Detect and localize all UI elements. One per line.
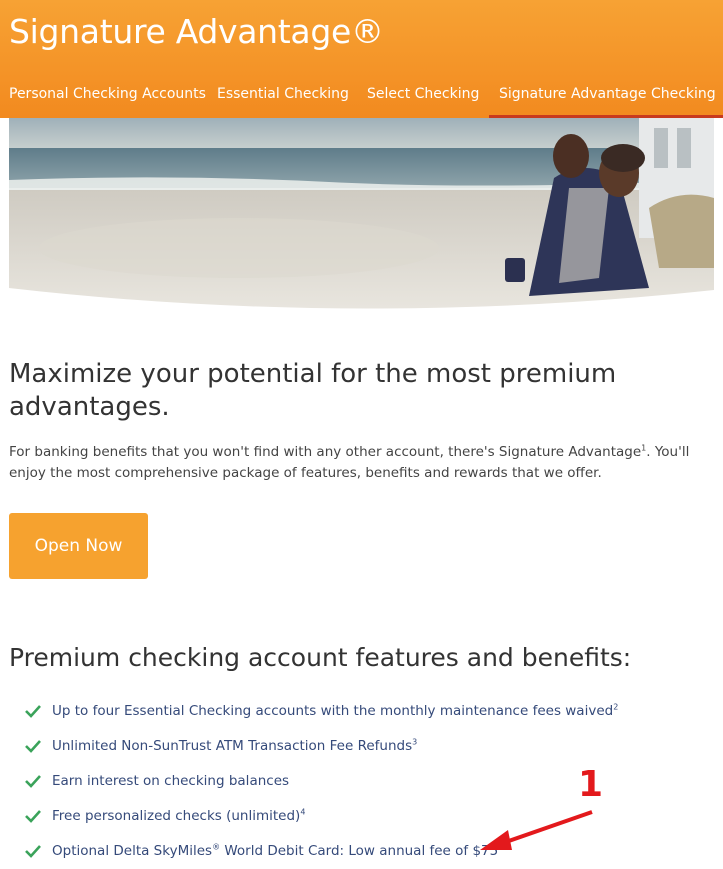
feature-text: Unlimited Non-SunTrust ATM Transaction F… xyxy=(52,738,413,754)
tab-personal-checking[interactable]: Personal Checking Accounts xyxy=(9,84,206,118)
site-header: Signature Advantage® Personal Checking A… xyxy=(0,0,723,118)
features-heading: Premium checking account features and be… xyxy=(9,643,632,672)
checkmark-icon xyxy=(25,810,41,823)
footnote-3[interactable]: 3 xyxy=(412,738,417,747)
section-nav: Personal Checking Accounts Essential Che… xyxy=(0,84,723,118)
tab-select-checking[interactable]: Select Checking xyxy=(367,84,479,118)
feature-text-cont: World Debit Card: Low annual fee of $75 xyxy=(220,843,499,859)
annotation-arrow-icon xyxy=(480,810,593,850)
tab-essential-checking[interactable]: Essential Checking xyxy=(217,84,349,118)
intro-paragraph: For banking benefits that you won't find… xyxy=(9,442,714,484)
intro-text: For banking benefits that you won't find… xyxy=(9,444,642,460)
checkmark-icon xyxy=(25,740,41,753)
footnote-2[interactable]: 2 xyxy=(613,703,618,712)
feature-text: Optional Delta SkyMiles xyxy=(52,843,213,859)
hero-image xyxy=(9,118,714,312)
page-title: Signature Advantage® xyxy=(9,12,384,51)
footnote-4[interactable]: 4 xyxy=(300,808,305,817)
open-now-button[interactable]: Open Now xyxy=(9,513,148,579)
annotation-number: 1 xyxy=(578,764,604,805)
checkmark-icon xyxy=(25,775,41,788)
beach-couple-photo xyxy=(9,118,714,312)
tab-signature-advantage[interactable]: Signature Advantage Checking xyxy=(489,84,723,118)
page-headline: Maximize your potential for the most pre… xyxy=(9,359,617,422)
feature-text: Earn interest on checking balances xyxy=(52,773,290,789)
checkmark-icon xyxy=(25,845,41,858)
feature-text: Free personalized checks (unlimited) xyxy=(52,808,301,824)
checkmark-icon xyxy=(25,705,41,718)
registered-mark: ® xyxy=(212,842,221,852)
feature-text: Up to four Essential Checking accounts w… xyxy=(52,703,614,719)
